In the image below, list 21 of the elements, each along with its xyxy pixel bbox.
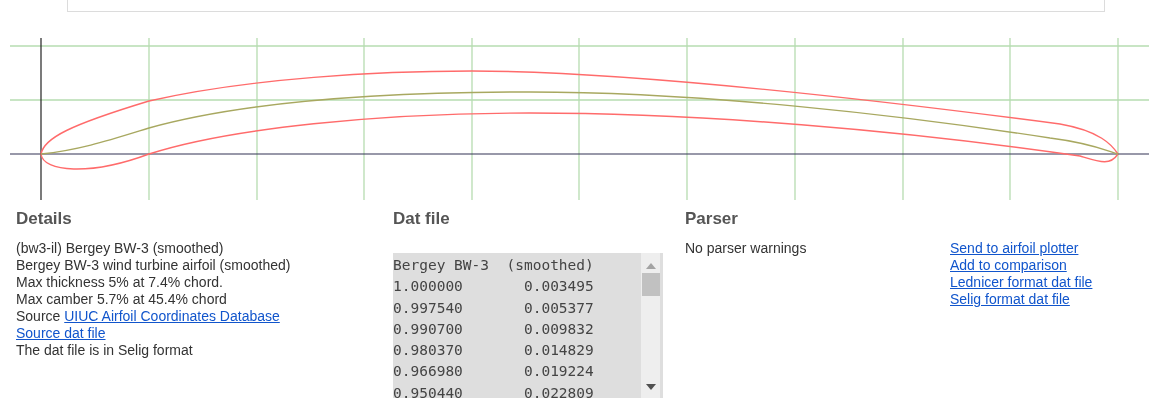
scroll-thumb[interactable] <box>641 273 660 296</box>
detail-text: Bergey BW-3 wind turbine airfoil (smoothed) <box>16 257 292 274</box>
section-heading: Details <box>16 208 72 230</box>
section-heading: Parser <box>685 208 738 230</box>
action-link[interactable]: Add to comparison <box>950 257 1067 274</box>
action-link[interactable]: Lednicer format dat file <box>950 274 1093 291</box>
parser-message: No parser warnings <box>685 240 808 257</box>
action-link[interactable]: Selig format dat file <box>950 291 1070 308</box>
source-link[interactable]: UIUC Airfoil Coordinates Database <box>64 308 280 325</box>
scroll-up-icon[interactable] <box>645 263 656 269</box>
scrollbar[interactable] <box>641 253 660 398</box>
scroll-down-icon[interactable] <box>645 384 656 390</box>
source-link[interactable]: Source dat file <box>16 325 106 342</box>
action-link[interactable]: Send to airfoil plotter <box>950 240 1079 257</box>
detail-text: The dat file is in Selig format <box>16 342 194 359</box>
section-heading: Dat file <box>393 208 450 230</box>
dat-file-textarea[interactable]: Bergey BW-3 (smoothed) 1.000000 0.003495 0.997540 0.005377 0.990700 0.009832 0.980370 0.014829 0.966980 0.019224 0.950440 0.022809 <box>393 253 663 398</box>
detail-text: Max thickness 5% at 7.4% chord. <box>16 274 224 291</box>
detail-text: Max camber 5.7% at 45.4% chord <box>16 291 228 308</box>
detail-text: (bw3-il) Bergey BW-3 (smoothed) <box>16 240 225 257</box>
detail-label: Source <box>16 308 61 325</box>
